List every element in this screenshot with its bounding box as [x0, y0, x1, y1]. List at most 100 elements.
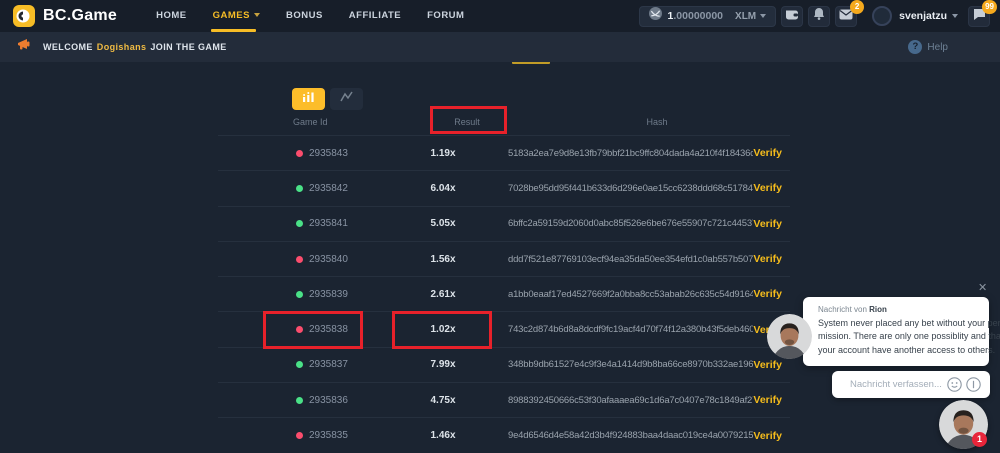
hash-cell: 743c2d874b6d8a8dcdf9fc19acf4d70f74f12a38…	[508, 324, 753, 335]
logo[interactable]: BC.Game	[13, 5, 117, 27]
game-history-table: 2935843 1.19x 5183a2ea7e9d8e13fb79bbf21b…	[218, 135, 790, 453]
table-row: 2935838 1.02x 743c2d874b6d8a8dcdf9fc19ac…	[218, 311, 790, 346]
nav-item-forum[interactable]: FORUM	[414, 0, 477, 32]
active-tab-underline	[211, 29, 256, 32]
chat-badge: 99	[982, 0, 997, 14]
verify-button[interactable]: Verify	[753, 182, 782, 194]
balance-selector[interactable]: 1.00000000 XLM	[639, 6, 777, 27]
chat-message-text: System never placed any bet without your…	[818, 317, 979, 357]
chat-close-icon[interactable]: ✕	[978, 281, 987, 294]
trend-chart-icon	[340, 90, 353, 108]
table-row: 2935840 1.56x ddd7f521e87769103ecf94ea35…	[218, 241, 790, 276]
result-cell: 4.75x	[378, 395, 508, 406]
wallet-icon	[785, 7, 799, 25]
chevron-down-icon	[254, 13, 260, 17]
hash-cell: 5183a2ea7e9d8e13fb79bbf21bc9ffc804dada4a…	[508, 148, 753, 159]
wallet-button[interactable]	[781, 6, 803, 27]
result-dot	[296, 361, 303, 368]
chat-input-bar	[832, 371, 990, 398]
history-view-button[interactable]	[292, 88, 325, 110]
game-id-cell: 2935842	[218, 183, 378, 194]
user-avatar[interactable]	[872, 6, 892, 26]
table-header: Game Id Result Hash	[218, 113, 790, 135]
result-cell: 6.04x	[378, 183, 508, 194]
currency-label: XLM	[735, 11, 756, 22]
bell-icon	[813, 7, 825, 25]
verify-button[interactable]: Verify	[753, 218, 782, 230]
column-game-id: Game Id	[293, 117, 328, 127]
nav-item-affiliate[interactable]: AFFILIATE	[336, 0, 414, 32]
table-row: 2935836 4.75x 8988392450666c53f30afaaaea…	[218, 382, 790, 417]
table-row: 2935839 2.61x a1bb0eaaf17ed4527669f2a0bb…	[218, 276, 790, 311]
verify-button[interactable]: Verify	[753, 253, 782, 265]
game-id-value: 2935838	[309, 324, 348, 335]
verify-button[interactable]: Verify	[753, 430, 782, 442]
result-dot	[296, 150, 303, 157]
game-id-cell: 2935839	[218, 289, 378, 300]
hash-cell: a1bb0eaaf17ed4527669f2a0bba8cc53abab26c6…	[508, 289, 753, 300]
result-cell: 1.19x	[378, 148, 508, 159]
game-id-value: 2935836	[309, 395, 348, 406]
nav-item-home[interactable]: HOME	[143, 0, 200, 32]
brand-name: BC.Game	[43, 7, 117, 25]
game-id-value: 2935837	[309, 359, 348, 370]
result-dot	[296, 256, 303, 263]
bar-chart-icon	[302, 90, 315, 108]
game-id-value: 2935841	[309, 218, 348, 229]
table-row: 2935835 1.46x 9e4d6546d4e58a42d3b4f92488…	[218, 417, 790, 452]
result-dot	[296, 185, 303, 192]
column-hash: Hash	[646, 117, 667, 127]
game-id-cell: 2935838	[218, 324, 378, 335]
help-link[interactable]: ? Help	[908, 40, 948, 54]
column-result: Result	[454, 117, 480, 127]
result-cell: 1.56x	[378, 254, 508, 265]
result-cell: 7.99x	[378, 359, 508, 370]
messages-button[interactable]: 2	[835, 6, 857, 27]
result-dot	[296, 326, 303, 333]
header-right: 1.00000000 XLM	[639, 6, 990, 27]
table-row: 2935841 5.05x 6bffc2a59159d2060d0abc85f5…	[218, 206, 790, 241]
result-cell: 1.02x	[378, 324, 508, 335]
verify-button[interactable]: Verify	[753, 394, 782, 406]
megaphone-icon	[17, 38, 33, 56]
game-id-value: 2935843	[309, 148, 348, 159]
top-header: BC.Game HOME GAMES BONUS AFFILIATE FORUM…	[0, 0, 1000, 32]
hash-cell: 9e4d6546d4e58a42d3b4f924883baa4daac019ce…	[508, 430, 753, 441]
chat-message-card: Nachricht von Rion System never placed a…	[803, 297, 989, 366]
game-id-value: 2935840	[309, 254, 348, 265]
emoji-icon[interactable]	[947, 377, 962, 392]
chat-unread-badge: 1	[972, 432, 987, 447]
game-id-cell: 2935835	[218, 430, 378, 441]
xlm-coin-icon	[649, 7, 662, 25]
result-cell: 2.61x	[378, 289, 508, 300]
game-id-cell: 2935840	[218, 254, 378, 265]
verify-button[interactable]: Verify	[753, 288, 782, 300]
game-id-value: 2935839	[309, 289, 348, 300]
game-id-cell: 2935843	[218, 148, 378, 159]
help-icon: ?	[908, 40, 922, 54]
chat-sender-name: Rion	[869, 305, 887, 314]
nav-item-games[interactable]: GAMES	[200, 0, 273, 32]
verify-button[interactable]: Verify	[753, 359, 782, 371]
chevron-down-icon	[760, 14, 766, 18]
attachment-icon[interactable]	[966, 377, 981, 392]
nav-item-bonus[interactable]: BONUS	[273, 0, 336, 32]
chat-message-meta: Nachricht von Rion	[818, 305, 979, 314]
game-id-value: 2935842	[309, 183, 348, 194]
chevron-down-icon[interactable]	[952, 14, 958, 18]
game-id-cell: 2935836	[218, 395, 378, 406]
result-cell: 5.05x	[378, 218, 508, 229]
result-dot	[296, 432, 303, 439]
chat-input[interactable]	[850, 379, 943, 390]
hash-cell: ddd7f521e87769103ecf94ea35da50ee354efd1c…	[508, 254, 753, 265]
trend-view-button[interactable]	[330, 88, 363, 110]
hash-cell: 8988392450666c53f30afaaaea69c1d6a7c0407e…	[508, 395, 753, 406]
welcome-username: Dogishans	[97, 42, 147, 52]
notifications-button[interactable]	[808, 6, 830, 27]
hash-cell: 7028be95dd95f441b633d6d296e0ae15cc6238dd…	[508, 183, 753, 194]
result-dot	[296, 397, 303, 404]
username-label[interactable]: svenjatzu	[899, 10, 947, 22]
chat-button[interactable]: 99	[968, 6, 990, 27]
verify-button[interactable]: Verify	[753, 147, 782, 159]
game-id-cell: 2935837	[218, 359, 378, 370]
